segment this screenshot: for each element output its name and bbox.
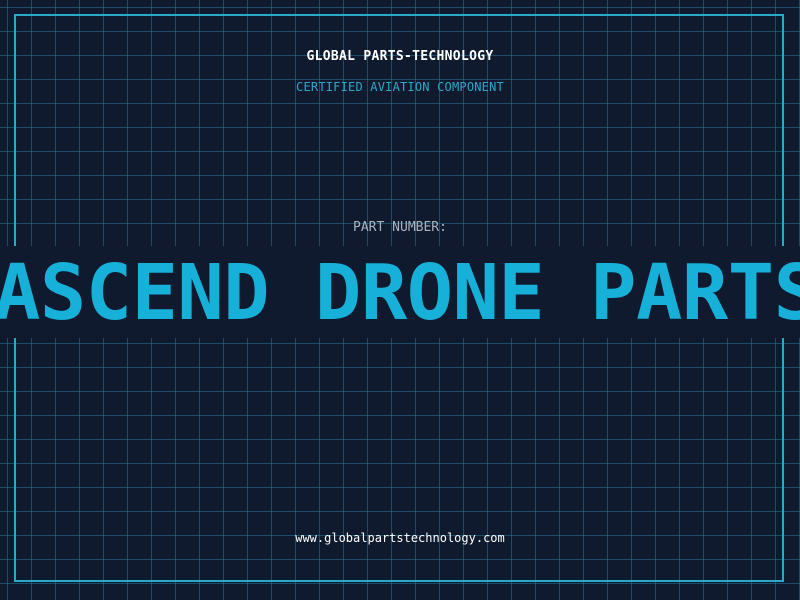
part-number-band: ASCEND DRONE PARTS [0, 246, 800, 338]
brand-name: GLOBAL PARTS-TECHNOLOGY [306, 49, 494, 64]
brand-tagline: CERTIFIED AVIATION COMPONENT [296, 80, 504, 94]
label-canvas: GLOBAL PARTS-TECHNOLOGY CERTIFIED AVIATI… [0, 0, 800, 600]
part-number-label: PART NUMBER: [353, 220, 447, 235]
part-number-value: ASCEND DRONE PARTS [0, 249, 800, 338]
website-url: www.globalpartstechnology.com [295, 531, 505, 545]
